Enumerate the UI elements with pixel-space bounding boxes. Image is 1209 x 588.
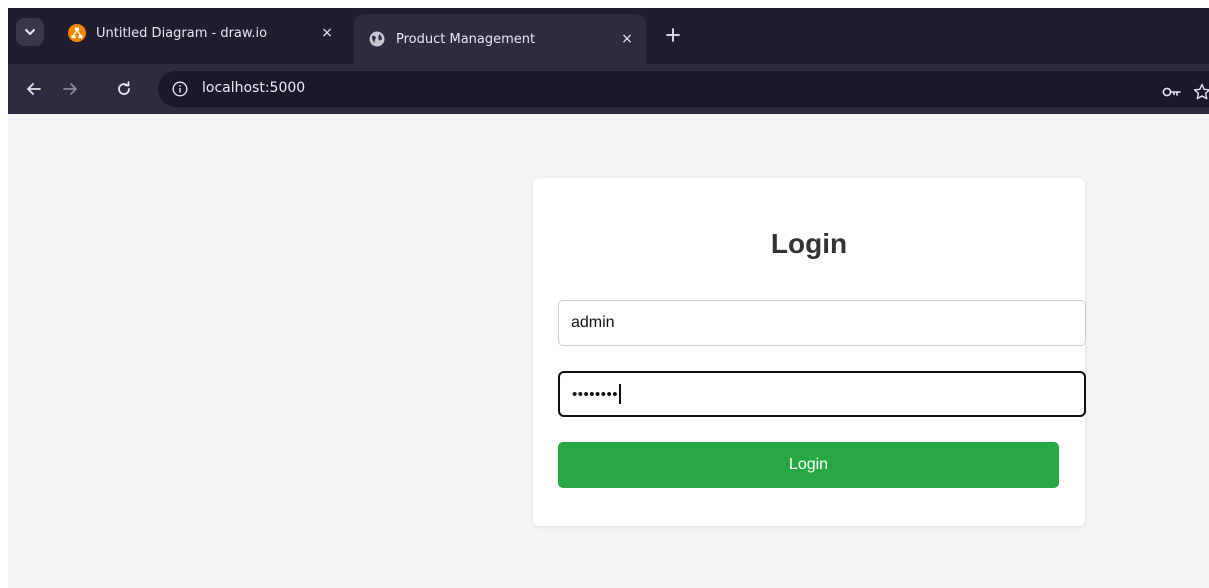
- close-icon[interactable]: ×: [616, 28, 638, 50]
- info-icon: [172, 81, 188, 97]
- login-card: Login Login: [533, 178, 1086, 526]
- tab-title: Product Management: [396, 31, 536, 47]
- plus-icon: [666, 28, 680, 42]
- tab-product-management[interactable]: Product Management ×: [354, 14, 646, 64]
- site-info-button[interactable]: [168, 77, 192, 101]
- browser-tab-strip: Untitled Diagram - draw.io × Product Man…: [8, 8, 1209, 64]
- password-input[interactable]: [558, 371, 1086, 417]
- back-button[interactable]: [20, 75, 48, 103]
- new-tab-button[interactable]: [660, 22, 686, 48]
- login-heading: Login: [770, 228, 848, 259]
- key-icon: [1162, 87, 1181, 97]
- forward-button[interactable]: [56, 75, 84, 103]
- tab-drawio[interactable]: Untitled Diagram - draw.io ×: [56, 14, 346, 52]
- address-bar[interactable]: localhost:5000: [158, 71, 1209, 107]
- drawio-icon: [68, 24, 86, 42]
- browser-toolbar: localhost:5000: [8, 64, 1209, 114]
- text-caret: [619, 384, 621, 404]
- tab-title: Untitled Diagram - draw.io: [96, 25, 268, 41]
- password-key-button[interactable]: [1161, 81, 1183, 103]
- page-viewport: Login Login: [8, 114, 1209, 588]
- username-input[interactable]: [558, 300, 1086, 346]
- chevron-down-icon: [25, 29, 35, 35]
- arrow-right-icon: [63, 83, 77, 95]
- login-button[interactable]: Login: [558, 442, 1059, 488]
- arrow-left-icon: [27, 83, 41, 95]
- tab-search-button[interactable]: [16, 18, 44, 46]
- star-icon: [1193, 83, 1209, 100]
- globe-icon: [368, 30, 386, 48]
- reload-button[interactable]: [110, 75, 138, 103]
- bookmark-button[interactable]: [1191, 81, 1209, 103]
- reload-icon: [118, 81, 130, 95]
- url-text: localhost:5000: [202, 80, 306, 96]
- close-icon[interactable]: ×: [316, 22, 338, 44]
